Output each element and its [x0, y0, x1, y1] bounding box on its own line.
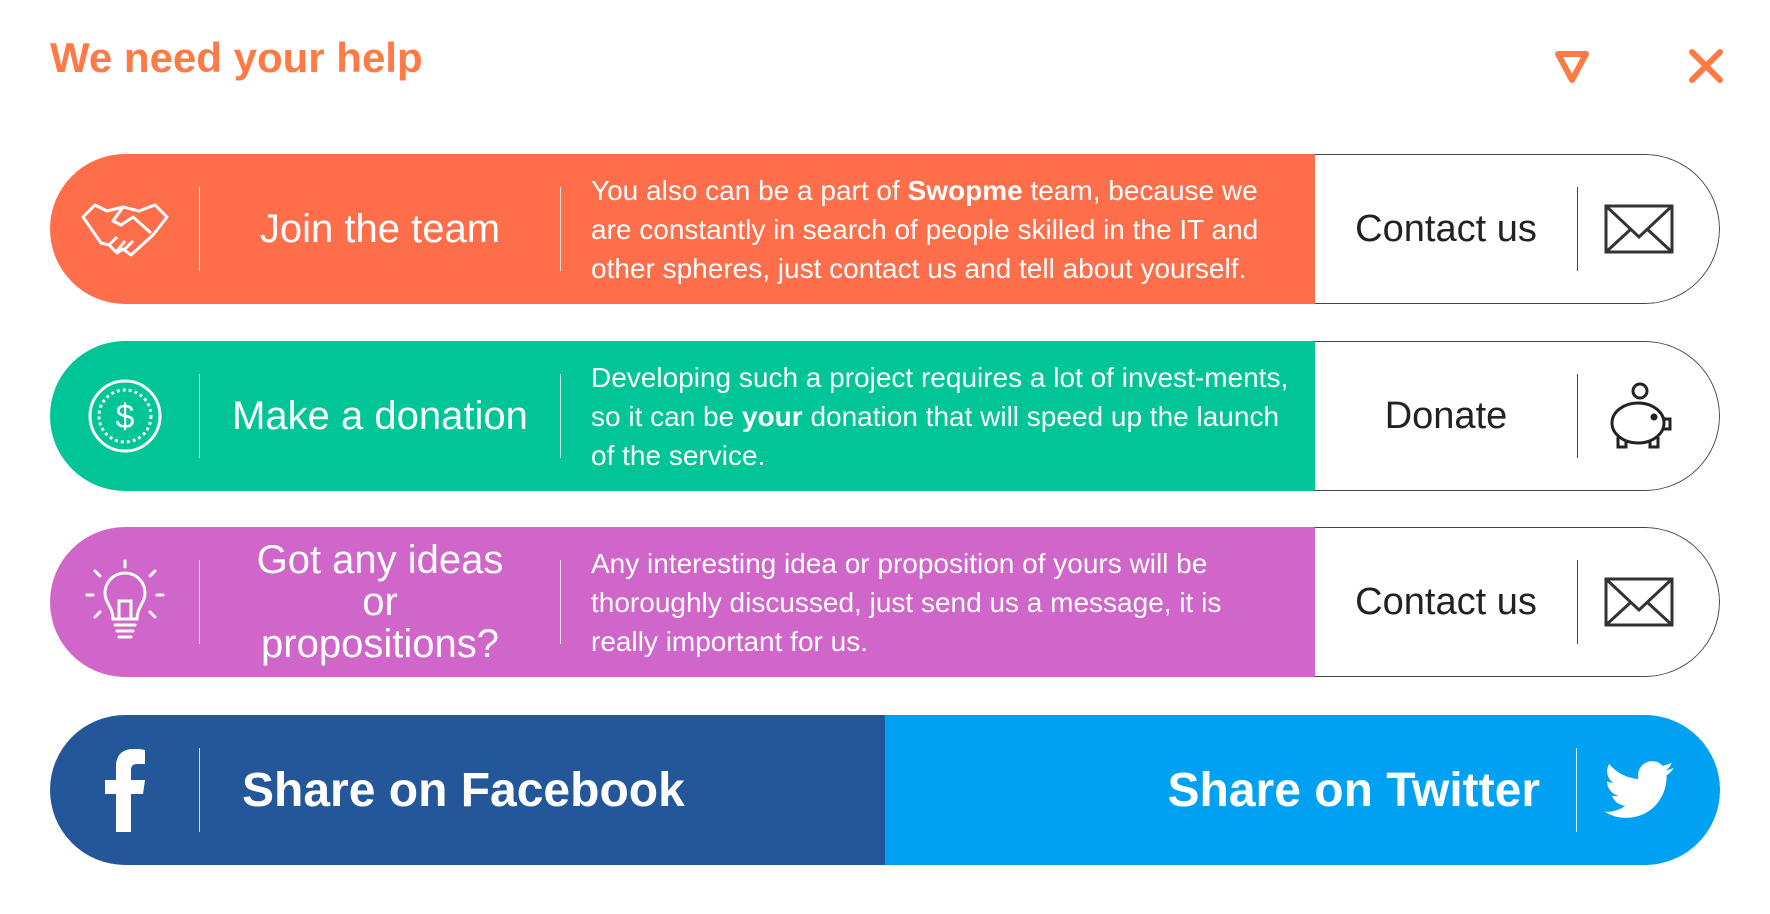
page-title: We need your help [50, 34, 423, 81]
handshake-icon [50, 197, 199, 261]
share-facebook-button[interactable]: Share on Facebook [50, 715, 885, 865]
lightbulb-icon [50, 559, 199, 645]
join-team-card: Join the team You also can be a part of … [50, 154, 1720, 304]
facebook-icon [50, 748, 199, 832]
card-description: You also can be a part of Swopme team, b… [591, 174, 1259, 284]
card-description: Developing such a project requires a lot… [591, 361, 1289, 471]
share-twitter-label: Share on Twitter [1167, 763, 1541, 817]
share-twitter-button[interactable]: Share on Twitter [885, 715, 1720, 865]
share-bar: Share on Facebook Share on Twitter [50, 715, 1720, 865]
contact-us-button[interactable]: Contact us [1315, 527, 1720, 677]
close-button[interactable] [1686, 46, 1726, 86]
twitter-icon [1577, 761, 1720, 819]
piggy-bank-icon [1578, 381, 1719, 451]
envelope-icon [1578, 577, 1719, 627]
button-label: Donate [1384, 394, 1508, 437]
donate-button[interactable]: Donate [1315, 341, 1720, 491]
contact-us-button[interactable]: Contact us [1315, 154, 1720, 304]
button-label: Contact us [1355, 580, 1537, 623]
donation-card: $ Make a donation Developing such a proj… [50, 341, 1720, 491]
minimize-button[interactable] [1552, 46, 1592, 86]
button-label: Contact us [1355, 207, 1537, 250]
ideas-card: Got any ideas or propositions? Any inter… [50, 527, 1720, 677]
card-label: Make a donation [232, 394, 528, 438]
card-description: Any interesting idea or proposition of y… [591, 547, 1222, 657]
share-facebook-label: Share on Facebook [242, 763, 685, 817]
close-icon [1689, 49, 1723, 83]
envelope-icon [1578, 204, 1719, 254]
coin-icon: $ [50, 377, 199, 455]
card-label: Got any ideas or propositions? [256, 538, 504, 666]
triangle-down-icon [1555, 51, 1589, 83]
svg-text:$: $ [115, 398, 134, 436]
card-label: Join the team [259, 207, 501, 251]
